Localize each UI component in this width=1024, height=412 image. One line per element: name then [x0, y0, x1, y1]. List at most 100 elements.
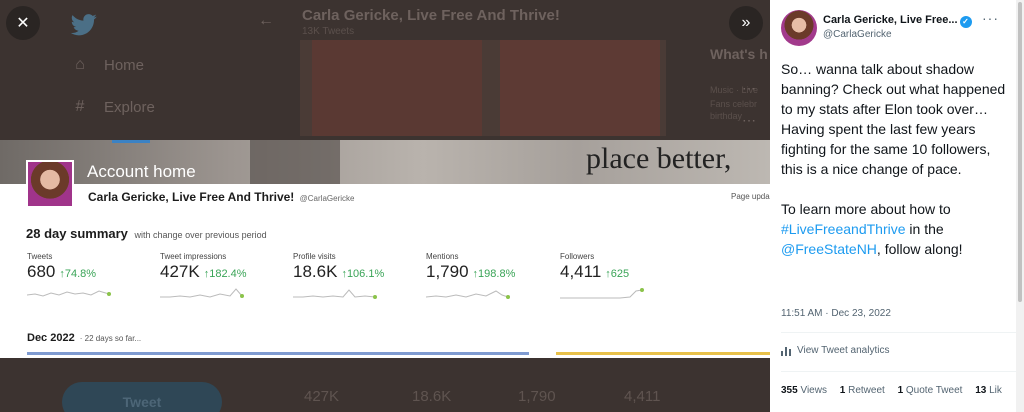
metric-label: Followers: [560, 252, 595, 261]
account-handle: @CarlaGericke: [299, 194, 355, 203]
profile-banner: [300, 40, 666, 136]
nav-label: Explore: [104, 98, 155, 116]
text-fragment: To learn more about how to: [781, 201, 951, 217]
author-name-text: Carla Gericke, Live Free...: [823, 14, 958, 26]
back-arrow-icon[interactable]: ←: [258, 12, 274, 30]
close-icon[interactable]: ✕: [6, 6, 40, 40]
stat-count: 13: [975, 385, 987, 396]
account-name-text: Carla Gericke, Live Free And Thrive!: [88, 190, 295, 204]
divider: [781, 332, 1016, 333]
account-name: Carla Gericke, Live Free And Thrive! @Ca…: [88, 190, 354, 204]
stat-label: Views: [800, 385, 827, 396]
metric-label: Mentions: [426, 252, 459, 261]
nav-label: Home: [104, 56, 145, 74]
page-updated-text: Page upda: [731, 192, 770, 201]
analytics-icon: [781, 347, 791, 356]
mention-link[interactable]: @FreeStateNH: [781, 241, 877, 257]
metric-change: ↑74.8%: [59, 268, 97, 280]
stat-label: Quote Tweet: [905, 385, 963, 396]
trend-line: Music · Live: [710, 85, 759, 95]
more-icon[interactable]: ⋯: [742, 80, 756, 97]
tweet-author-name[interactable]: Carla Gericke, Live Free... ✓: [823, 14, 972, 28]
tweet-author-handle[interactable]: @CarlaGericke: [823, 29, 892, 40]
summary-subtitle: with change over previous period: [134, 230, 267, 240]
scrollbar-thumb[interactable]: [1018, 2, 1022, 302]
metric-impressions: Tweet impressions 427K ↑182.4%: [160, 252, 280, 299]
metric-mentions: Mentions 1,790 ↑198.8%: [426, 252, 546, 299]
trends-title: What's h: [710, 46, 768, 62]
sparkline: [293, 289, 377, 299]
metric-label: Tweets: [27, 252, 53, 261]
trend-line: birthday: [710, 111, 743, 121]
nav-item-home[interactable]: ⌂ Home: [70, 56, 144, 74]
bg-stat-value: 4,411: [624, 388, 661, 405]
tweet-paragraph: So… wanna talk about shadow banning? Che…: [781, 61, 1006, 177]
metric-value: 680: [27, 262, 56, 281]
summary-title: 28 day summary: [26, 226, 128, 241]
metric-change: ↑106.1%: [341, 268, 385, 280]
verified-badge-icon: ✓: [959, 15, 972, 28]
stat-likes[interactable]: 13 Lik: [975, 385, 1002, 396]
nav-item-explore[interactable]: # Explore: [70, 98, 155, 116]
tweet-text: So… wanna talk about shadow banning? Che…: [781, 59, 1009, 259]
stat-count: 1: [839, 385, 846, 396]
month-bar: [556, 352, 770, 355]
avatar: [26, 160, 74, 208]
profile-header-count: 13K Tweets: [302, 26, 355, 37]
avatar[interactable]: [781, 10, 817, 46]
more-options-icon[interactable]: ···: [982, 10, 999, 26]
view-tweet-analytics[interactable]: View Tweet analytics: [781, 345, 889, 356]
analytics-image: place better, Account home Carla Gericke…: [0, 140, 770, 358]
metric-followers: Followers 4,411 ↑625: [560, 252, 680, 299]
sparkline: [160, 288, 244, 298]
tweet-timestamp[interactable]: 11:51 AM · Dec 23, 2022: [781, 308, 891, 319]
twitter-logo-icon[interactable]: [70, 14, 98, 36]
metric-tweets: Tweets 680 ↑74.8%: [27, 252, 147, 299]
metric-value: 4,411: [560, 262, 602, 281]
metric-label: Tweet impressions: [160, 252, 227, 261]
stat-count: 355: [781, 385, 798, 396]
stat-label: Retweet: [848, 385, 885, 396]
bg-stat-value: 18.6K: [412, 388, 452, 405]
bg-stat-value: 1,790: [518, 388, 556, 405]
sparkline: [426, 290, 510, 299]
sparkline: [560, 288, 644, 299]
sparkline: [27, 290, 111, 297]
month-subtitle: · 22 days so far...: [79, 334, 142, 343]
scrollbar[interactable]: [1016, 0, 1024, 412]
hashtag-icon: #: [75, 98, 85, 115]
tab-indicator: [112, 140, 150, 143]
trend-line: Fans celebr: [710, 99, 758, 109]
stat-views[interactable]: 355 Views: [781, 385, 827, 396]
metric-profile-visits: Profile visits 18.6K ↑106.1%: [293, 252, 413, 299]
tweet-paragraph: To learn more about how to #LiveFreeandT…: [781, 199, 1009, 259]
banner-text: place better,: [586, 142, 732, 175]
metric-value: 427K: [160, 262, 200, 281]
bg-stat-value: 427K: [304, 388, 340, 405]
month-heading: Dec 2022 · 22 days so far...: [27, 332, 141, 344]
divider: [781, 371, 1016, 372]
more-icon[interactable]: ⋯: [742, 112, 756, 129]
profile-header-name: Carla Gericke, Live Free And Thrive!: [302, 7, 560, 24]
tweet-panel: Carla Gericke, Live Free... ✓ @CarlaGeric…: [770, 0, 1016, 412]
stat-retweets[interactable]: 1 Retweet: [840, 385, 885, 396]
metric-change: ↑625: [605, 268, 630, 280]
metric-change: ↑198.8%: [472, 268, 516, 280]
account-home-title: Account home: [87, 162, 196, 181]
month-title: Dec 2022: [27, 332, 75, 344]
tweet-button[interactable]: Tweet: [62, 382, 222, 412]
stat-label: Lik: [989, 385, 1002, 396]
text-fragment: , follow along!: [876, 241, 963, 257]
metric-change: ↑182.4%: [203, 268, 247, 280]
hashtag-link[interactable]: #LiveFreeandThrive: [781, 221, 906, 237]
metric-label: Profile visits: [293, 252, 336, 261]
metric-value: 18.6K: [293, 262, 338, 281]
collapse-panel-icon[interactable]: »: [729, 6, 763, 40]
summary-heading: 28 day summary with change over previous…: [26, 226, 267, 241]
metric-value: 1,790: [426, 262, 469, 281]
stat-quote-tweets[interactable]: 1 Quote Tweet: [898, 385, 963, 396]
home-icon: ⌂: [75, 56, 85, 73]
text-fragment: in the: [905, 221, 944, 237]
month-bar: [27, 352, 529, 355]
analytics-label: View Tweet analytics: [797, 345, 890, 356]
